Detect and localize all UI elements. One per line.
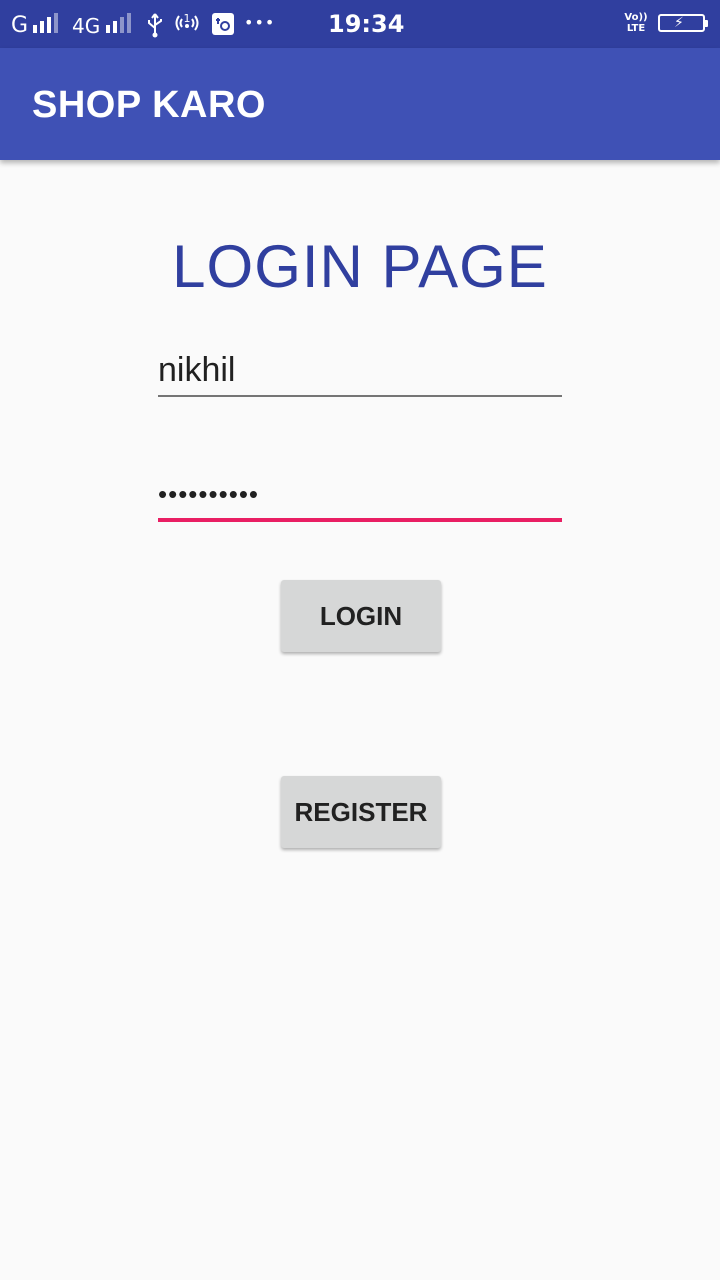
volte-icon: Vo)) LTE xyxy=(622,12,650,34)
usb-icon xyxy=(148,13,162,38)
sim1-network-label: G xyxy=(11,13,29,38)
charging-bolt-icon: ⚡ xyxy=(674,14,684,30)
volte-top-label: Vo)) xyxy=(624,12,648,23)
signal-icon xyxy=(106,13,131,33)
signal-icon xyxy=(33,13,58,33)
volte-bottom-label: LTE xyxy=(626,23,646,34)
password-field[interactable] xyxy=(158,470,562,522)
status-time: 19:34 xyxy=(328,10,405,38)
register-button[interactable]: REGISTER xyxy=(281,776,441,848)
sim-toolkit-icon xyxy=(212,13,234,35)
app-bar: SHOP KARO xyxy=(0,48,720,160)
username-field[interactable] xyxy=(158,346,562,397)
svg-text:1: 1 xyxy=(184,12,191,25)
more-icon: ••• xyxy=(244,13,276,32)
app-title: SHOP KARO xyxy=(32,84,266,126)
status-bar: G 4G 1 ••• 19:34 Vo)) LTE ⚡ xyxy=(0,0,720,48)
login-button[interactable]: LOGIN xyxy=(281,580,441,652)
page-title: LOGIN PAGE xyxy=(172,233,548,300)
sim2-network-label: 4G xyxy=(72,14,101,38)
hotspot-icon: 1 xyxy=(175,12,199,31)
battery-charging-icon: ⚡ xyxy=(658,14,708,32)
